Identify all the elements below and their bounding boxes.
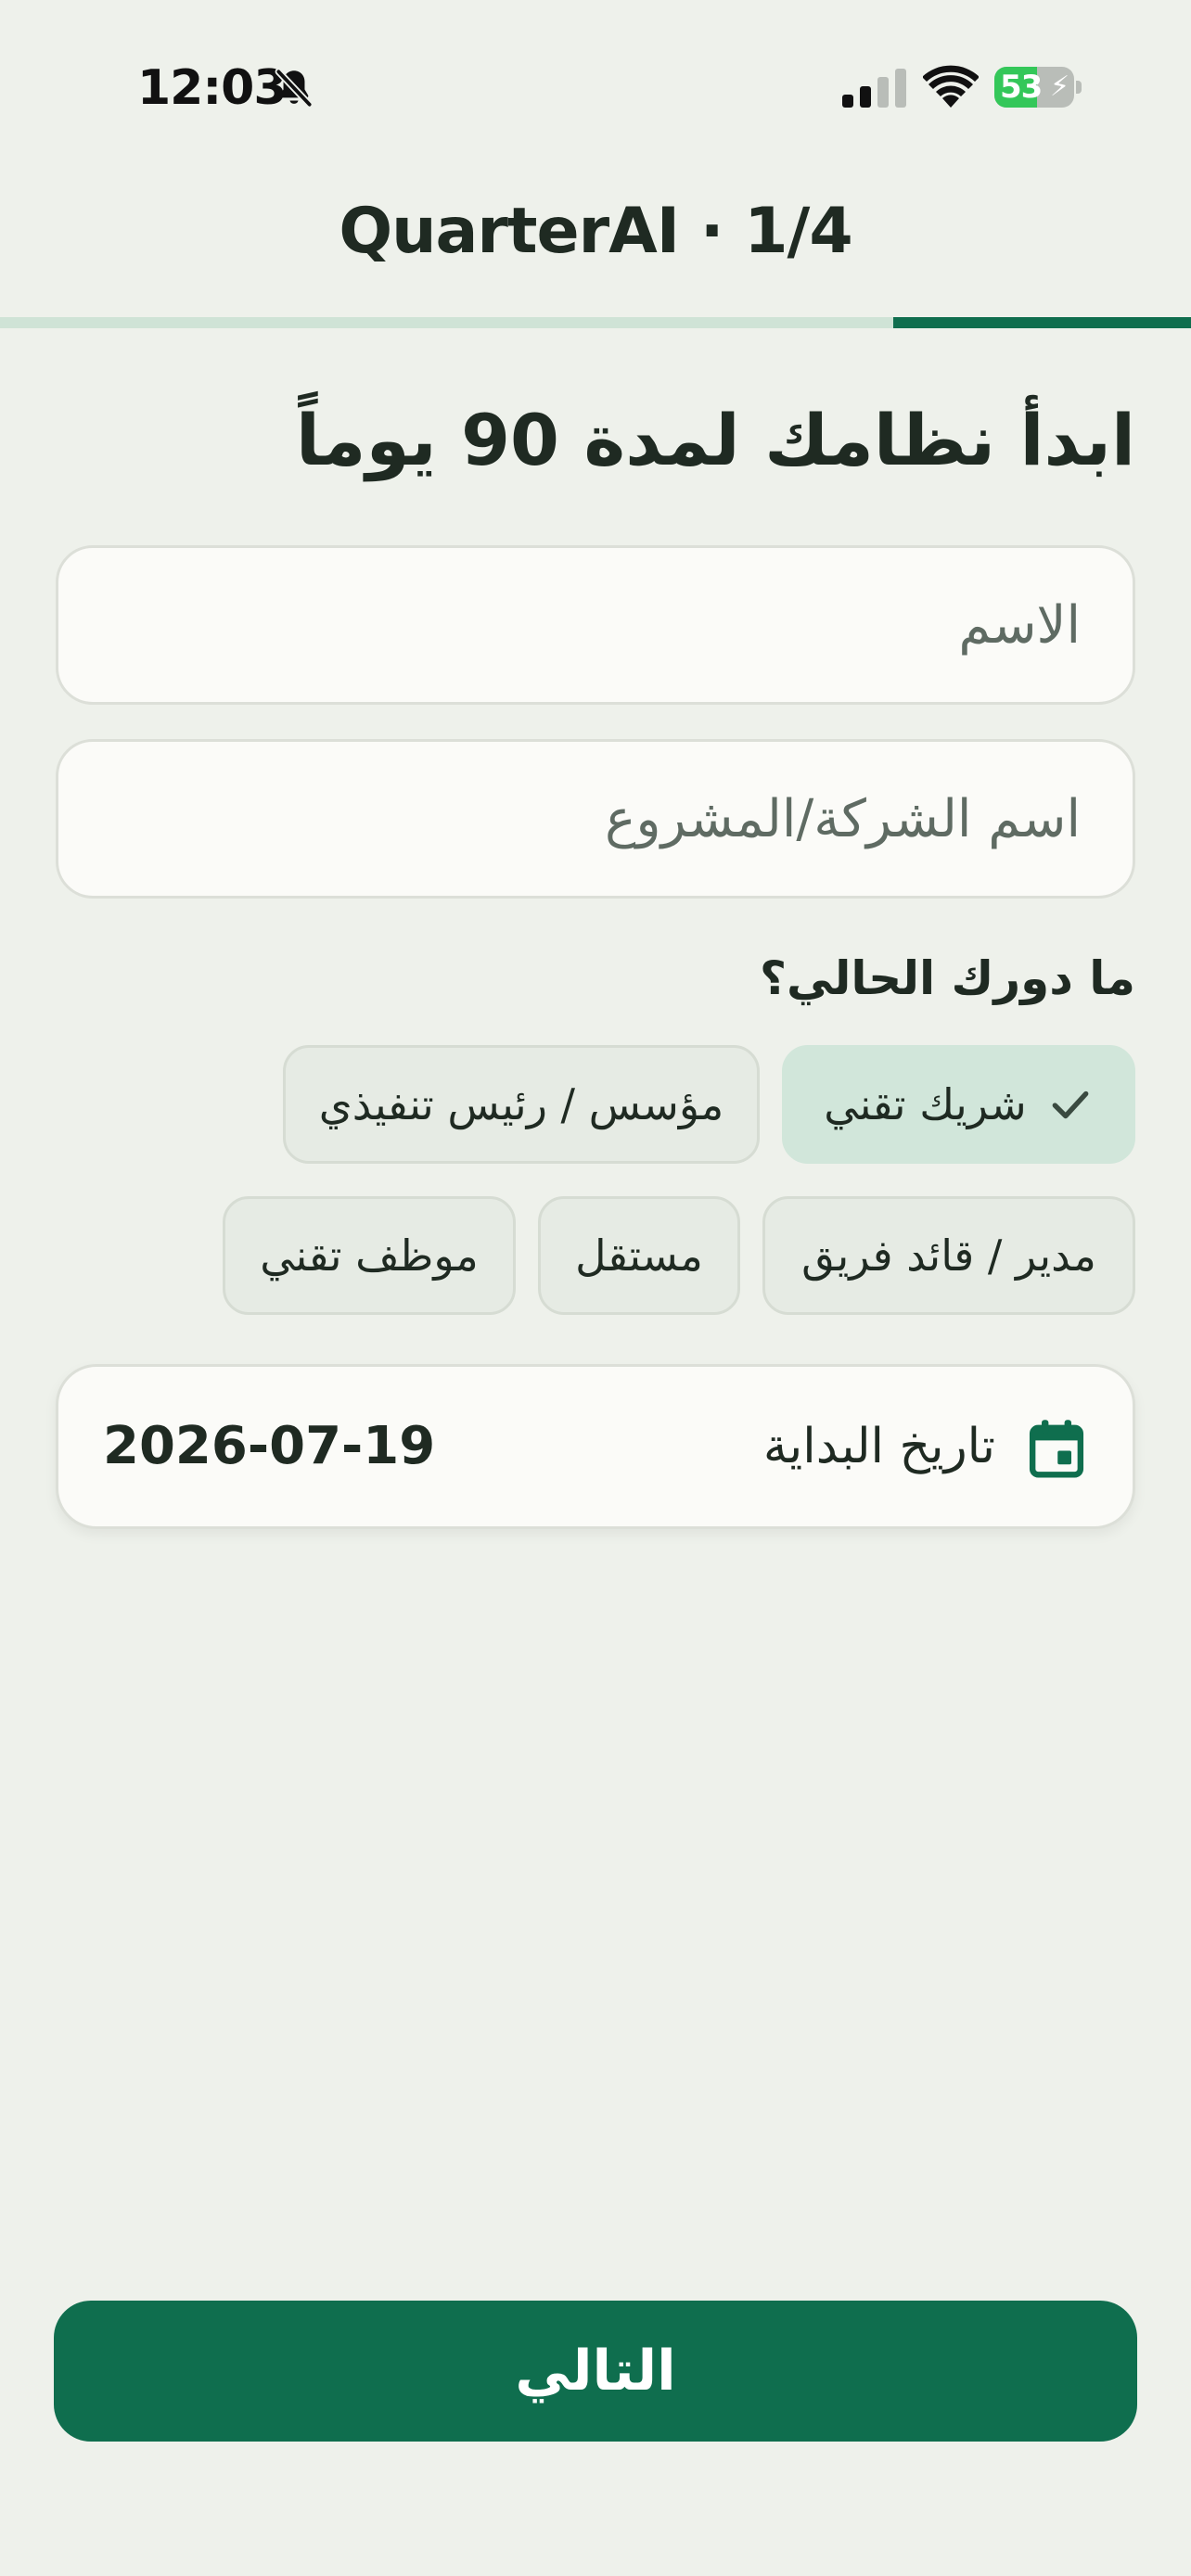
company-input[interactable] (56, 739, 1135, 899)
battery-level: 53 (1000, 69, 1043, 106)
chip-label: موظف تقني (260, 1231, 479, 1281)
progress-fill (893, 317, 1191, 328)
role-chip-freelancer[interactable]: مستقل (538, 1196, 740, 1315)
start-date-label: تاريخ البداية (762, 1419, 995, 1474)
chip-label: مؤسس / رئيس تنفيذي (318, 1079, 724, 1129)
role-chip-tech-partner[interactable]: شريك تقني (782, 1045, 1135, 1164)
battery-charging-icon: 53 ⚡ (994, 67, 1082, 108)
bolt-icon: ⚡ (1050, 70, 1070, 103)
role-chip-founder-ceo[interactable]: مؤسس / رئيس تنفيذي (283, 1045, 760, 1164)
calendar-icon (1029, 1420, 1084, 1478)
chip-label: شريك تقني (824, 1079, 1027, 1129)
battery-nub (1076, 81, 1082, 94)
status-time: 12:03 (137, 60, 288, 116)
bell-slash-icon (275, 68, 314, 108)
start-date-value: 2026-07-19 (103, 1416, 436, 1476)
progress-bar (0, 317, 1191, 328)
role-chip-tech-employee[interactable]: موظف تقني (223, 1196, 516, 1315)
name-input[interactable] (56, 545, 1135, 705)
role-chip-manager[interactable]: مدير / قائد فريق (762, 1196, 1135, 1315)
chip-label: مدير / قائد فريق (801, 1231, 1096, 1281)
page-heading: ابدأ نظامك لمدة 90 يوماً (295, 399, 1135, 481)
wifi-icon (923, 65, 979, 108)
next-button[interactable]: التالي (54, 2301, 1137, 2442)
check-icon (1052, 1090, 1089, 1119)
role-question: ما دورك الحالي؟ (760, 951, 1135, 1005)
header-title: QuarterAI · 1/4 (339, 195, 852, 268)
cellular-signal-icon (842, 69, 906, 108)
chip-label: مستقل (575, 1231, 703, 1281)
start-date-picker[interactable]: تاريخ البداية 2026-07-19 (56, 1364, 1135, 1529)
